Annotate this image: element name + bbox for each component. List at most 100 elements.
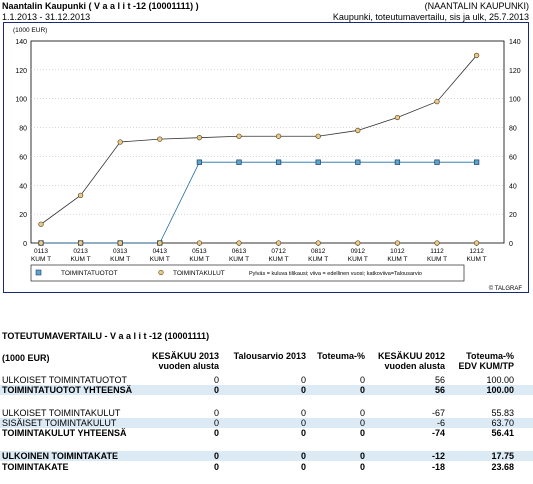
x-tick-label-sub: KUM T xyxy=(110,256,130,263)
table-cell: -12 xyxy=(431,451,445,461)
table-header-col2: Talousarvio 2013 xyxy=(233,351,306,361)
y-tick-label-left: 120 xyxy=(15,68,27,75)
y-unit-label: (1000 EUR) xyxy=(13,27,47,34)
y-tick-label-right: 40 xyxy=(509,183,517,190)
x-tick-label-sub: KUM T xyxy=(189,256,209,263)
y-tick-label-right: 20 xyxy=(509,212,517,219)
data-point-circle xyxy=(117,139,123,145)
table-cell: 56 xyxy=(434,385,445,395)
data-point-circle xyxy=(236,133,242,139)
y-tick-label-right: 0 xyxy=(509,241,513,248)
table-cell: 0 xyxy=(300,408,306,418)
x-tick-label: 0313 xyxy=(113,248,128,255)
table-cell: 0 xyxy=(300,418,306,428)
data-point-circle xyxy=(355,240,361,246)
data-point-square xyxy=(473,159,480,165)
table-cell: 0 xyxy=(359,428,365,438)
x-tick-label-sub: KUM T xyxy=(387,256,407,263)
x-tick-label: 1012 xyxy=(390,248,405,255)
y-tick-label-right: 100 xyxy=(509,97,521,104)
organization-name: (NAANTALIN KAUPUNKI) xyxy=(424,1,529,11)
legend-swatch-circle xyxy=(158,269,164,276)
table-cell: -67 xyxy=(431,408,445,418)
data-point-square xyxy=(236,159,242,165)
y-tick-label-left: 140 xyxy=(15,39,27,46)
data-point-circle xyxy=(38,221,44,227)
table-cell: 0 xyxy=(213,408,219,418)
table-cell: 55.83 xyxy=(491,408,514,418)
table-cell: 0 xyxy=(300,385,306,395)
table-cell: 100.00 xyxy=(486,385,514,395)
legend-note: Pylväs = kuluva tilikausi; viiva = edell… xyxy=(249,271,422,277)
table-cell: 0 xyxy=(300,428,306,438)
table-cell: 0 xyxy=(213,385,219,395)
table-cell: 0 xyxy=(213,418,219,428)
table-row-label: SISÄISET TOIMINTAKULUT xyxy=(2,418,117,428)
data-point-circle xyxy=(315,133,321,139)
data-point-circle xyxy=(434,98,440,105)
data-point-circle xyxy=(157,240,163,246)
table-cell: 0 xyxy=(359,451,365,461)
table-cell: 0 xyxy=(213,462,219,472)
y-tick-label-right: 140 xyxy=(509,39,521,46)
data-point-square xyxy=(275,159,282,165)
y-tick-label-left: 80 xyxy=(19,126,27,133)
y-tick-label-left: 40 xyxy=(19,183,27,190)
table-cell: 0 xyxy=(213,375,219,385)
x-tick-label-sub: KUM T xyxy=(348,256,368,263)
table-cell: 0 xyxy=(359,418,365,428)
report-subtitle: Kaupunki, toteutumavertailu, sis ja ulk,… xyxy=(332,12,529,22)
table-header-col5: Toteuma-% xyxy=(466,351,514,361)
data-point-square xyxy=(196,159,203,165)
table-cell: -6 xyxy=(436,418,445,428)
legend-swatch-square xyxy=(35,269,42,276)
data-point-circle xyxy=(38,240,44,246)
y-tick-label-left: 100 xyxy=(15,97,27,104)
x-tick-label: 0213 xyxy=(73,248,88,255)
table-cell: -74 xyxy=(431,428,445,438)
table-cell: 0 xyxy=(359,375,365,385)
data-point-square xyxy=(434,159,440,165)
data-point-circle xyxy=(394,240,401,246)
table-cell: 0 xyxy=(359,408,365,418)
x-tick-label-sub: KUM T xyxy=(269,256,289,263)
data-point-circle xyxy=(473,240,480,246)
line-chart: 0 0 20 20 40 40 60 60 80 80 100 100 120 120 140 140 (100… xyxy=(13,27,522,292)
data-point-circle xyxy=(275,133,282,139)
series-line-toimintakulut xyxy=(40,55,477,225)
y-tick-label-left: 60 xyxy=(19,154,27,161)
x-tick-label: 1112 xyxy=(430,248,444,255)
x-tick-label-sub: KUM T xyxy=(427,256,447,263)
table-cell: 0 xyxy=(359,462,365,472)
legend-label: TOIMINTATUOTOT xyxy=(61,270,118,277)
y-tick-label-right: 80 xyxy=(509,126,517,133)
data-point-circle xyxy=(394,114,401,121)
table-cell: 0 xyxy=(300,451,306,461)
x-tick-label: 0513 xyxy=(192,248,207,255)
table-cell: 0 xyxy=(300,462,306,472)
table-row-label: ULKOISET TOIMINTATUOTOT xyxy=(2,375,128,385)
y-tick-label-right: 120 xyxy=(509,68,521,75)
table-cell: -18 xyxy=(431,462,445,472)
x-tick-label-sub: KUM T xyxy=(71,256,91,263)
data-point-square xyxy=(394,159,401,165)
data-point-circle xyxy=(77,240,84,246)
x-tick-label: 0912 xyxy=(351,248,366,255)
x-tick-label: 0113 xyxy=(34,248,48,255)
table-row-label: TOIMINTATUOTOT YHTEENSÄ xyxy=(2,385,133,395)
table-cell: 0 xyxy=(213,428,219,438)
table-header-col3: Toteuma-% xyxy=(317,351,365,361)
table-cell: 0 xyxy=(300,375,306,385)
report-title: Naantalin Kaupunki ( V a a l i t -12 (10… xyxy=(2,1,199,11)
y-tick-label-right: 60 xyxy=(509,154,517,161)
table-header-unit: (1000 EUR) xyxy=(2,353,50,363)
table-row-label: ULKOINEN TOIMINTAKATE xyxy=(2,451,118,461)
table-row-label: TOIMINTAKULUT YHTEENSÄ xyxy=(2,428,127,438)
table-header-col1: KESÄKUU 2013 xyxy=(151,351,219,361)
data-point-circle xyxy=(315,240,321,246)
report-period: 1.1.2013 - 31.12.2013 xyxy=(2,12,91,22)
data-point-circle xyxy=(117,240,123,246)
y-tick-label-left: 20 xyxy=(19,212,27,219)
table-header-col5-sub: EDV KUM/TP xyxy=(458,361,514,371)
table-row-label: TOIMINTAKATE xyxy=(2,462,69,472)
